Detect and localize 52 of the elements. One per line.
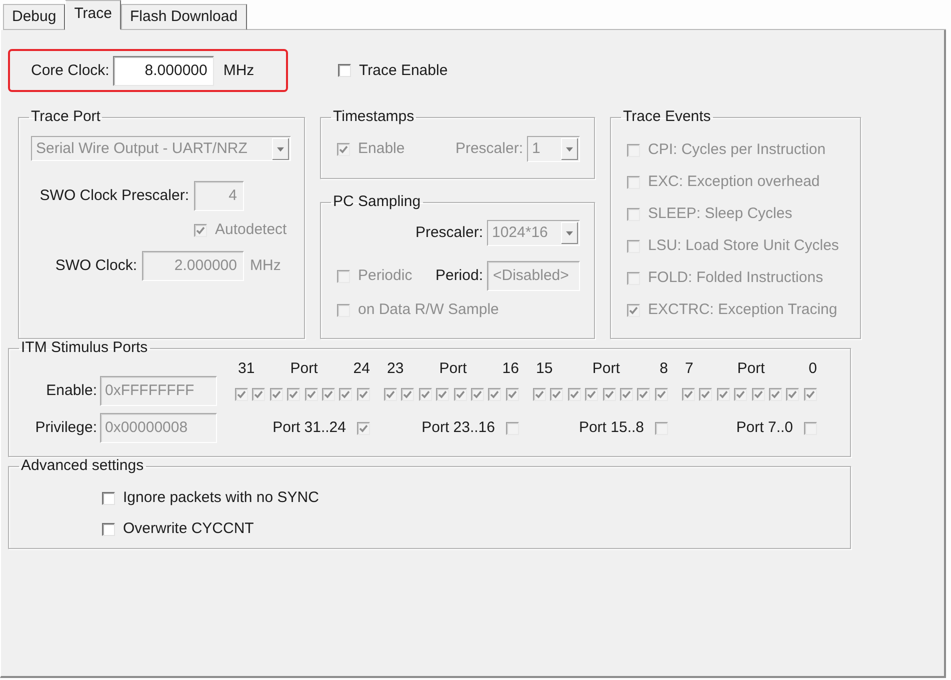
unit-label: MHz — [250, 257, 281, 275]
checkbox-label: Ignore packets with no SYNC — [123, 489, 319, 507]
field-label: SWO Clock: — [55, 257, 137, 275]
checkbox-label: Enable — [358, 140, 405, 158]
field-label: Privilege: — [34, 419, 97, 437]
bit-number-label: 24 — [353, 360, 370, 378]
checkbox-label: FOLD: Folded Instructions — [648, 269, 824, 287]
checkbox-label: on Data R/W Sample — [358, 301, 499, 319]
field-label: Prescaler: — [415, 224, 483, 242]
field-label: Core Clock: — [31, 62, 110, 80]
port-caption: Port — [592, 360, 620, 378]
port-caption: Port — [290, 360, 318, 378]
tab[interactable]: Debug — [3, 4, 66, 30]
bit-number-label: 15 — [536, 360, 553, 378]
checkbox-label: EXCTRC: Exception Tracing — [648, 301, 838, 319]
bit-number-label: 31 — [238, 360, 255, 378]
port-caption: Port — [737, 360, 765, 378]
checkbox[interactable] — [102, 492, 115, 504]
bit-number-label: 8 — [660, 360, 668, 378]
checkbox-label: Port 7..0 — [736, 419, 793, 437]
group-title: Advanced settings — [20, 457, 145, 475]
checkbox[interactable] — [102, 522, 115, 536]
group-title: PC Sampling — [332, 193, 422, 211]
group-title: ITM Stimulus Ports — [20, 339, 149, 357]
bit-number-label: 0 — [808, 360, 817, 378]
bit-number-label: 23 — [387, 360, 404, 378]
group-title: Trace Events — [622, 108, 712, 126]
checkbox-label: Trace Enable — [359, 62, 448, 80]
checkbox-label: Overwrite CYCCNT — [123, 520, 254, 538]
tab[interactable]: Trace — [65, 0, 121, 30]
unit-label: MHz — [223, 62, 254, 80]
port-caption: Port — [439, 360, 467, 378]
bit-number-label: 7 — [685, 360, 694, 378]
text-field[interactable]: 8.000000 — [113, 56, 214, 86]
checkbox-label: Autodetect — [215, 221, 287, 239]
checkbox-label: SLEEP: Sleep Cycles — [648, 205, 792, 223]
checkbox-label: Periodic — [358, 267, 412, 285]
tab[interactable]: Flash Download — [121, 4, 247, 30]
checkbox-label: CPI: Cycles per Instruction — [648, 141, 826, 159]
group-title: Trace Port — [30, 108, 102, 126]
field-label: Period: — [435, 267, 483, 285]
checkbox-label: Port 31..24 — [272, 419, 346, 437]
checkbox-label: Port 15..8 — [578, 419, 644, 437]
checkbox-label: LSU: Load Store Unit Cycles — [648, 237, 839, 255]
checkbox[interactable] — [338, 64, 351, 77]
checkbox-label: EXC: Exception overhead — [648, 173, 820, 191]
field-label: Prescaler: — [455, 140, 523, 158]
bit-number-label: 16 — [502, 360, 519, 378]
field-label: Enable: — [45, 382, 97, 400]
field-label: SWO Clock Prescaler: — [40, 187, 189, 205]
group-title: Timestamps — [332, 108, 416, 126]
checkbox-label: Port 23..16 — [422, 419, 495, 437]
